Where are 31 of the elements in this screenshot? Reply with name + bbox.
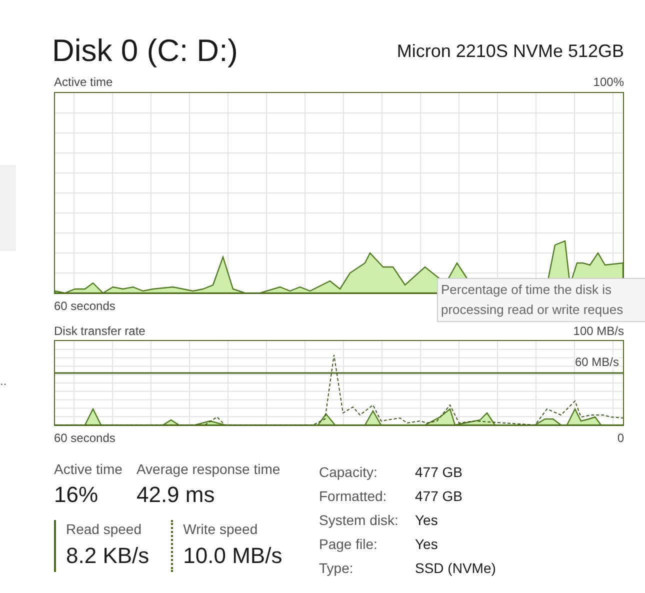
stat-label: Average response time (136, 460, 280, 478)
scale-line-label: 60 MB/s (574, 355, 619, 369)
property-value: Yes (415, 510, 438, 530)
time-span-label: 60 seconds (54, 430, 116, 446)
tooltip-text: processing read or write reques (441, 301, 624, 319)
graph-max: 100 MB/s (573, 323, 624, 339)
property-value: 477 GB (415, 486, 462, 506)
property-value: Yes (415, 534, 438, 554)
speed-label: Write speed (183, 520, 259, 538)
property-label: Capacity: (319, 462, 378, 482)
property-value: 477 GB (415, 462, 462, 482)
property-value: SSD (NVMe) (415, 558, 496, 578)
graph-min: 0 (617, 430, 624, 446)
tooltip-text: Percentage of time the disk is (441, 281, 613, 299)
property-label: Type: (319, 558, 354, 578)
graph-label: Active time (54, 74, 113, 90)
graph-label: Disk transfer rate (54, 323, 146, 339)
disk-model: Micron 2210S NVMe 512GB (396, 42, 624, 60)
sidebar-label: .. (0, 373, 7, 390)
stat-value: 42.9 ms (136, 481, 216, 509)
property-label: Page file: (319, 534, 378, 554)
speed-value: 10.0 MB/s (183, 542, 282, 570)
speed-value: 8.2 KB/s (66, 542, 150, 570)
time-span-label: 60 seconds (54, 298, 116, 314)
disk-title: Disk 0 (C: D:) (52, 35, 238, 66)
property-label: Formatted: (319, 486, 388, 506)
speed-label: Read speed (66, 520, 143, 538)
graph-max: 100% (593, 74, 624, 90)
stat-value: 16% (54, 481, 100, 509)
property-label: System disk: (319, 510, 400, 530)
stat-label: Active time (54, 460, 122, 478)
